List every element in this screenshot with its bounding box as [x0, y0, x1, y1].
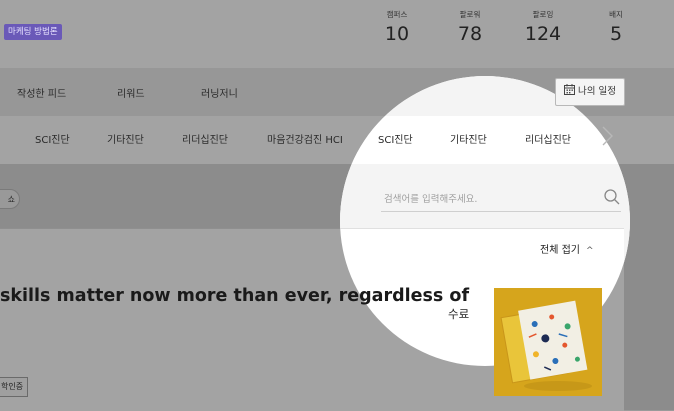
nav-item-written-feed[interactable]: 작성한 피드: [17, 85, 66, 100]
stat-label: 캠퍼스: [386, 10, 408, 19]
tab-diagnosis[interactable]: 리더십진단: [182, 131, 228, 146]
panel-gutter: [624, 228, 674, 410]
stat-badges[interactable]: 배지 5: [586, 9, 646, 45]
status-label: 수료: [448, 307, 470, 321]
category-badge: 마케팅 방법론: [4, 24, 62, 40]
stat-following[interactable]: 팔로잉 124: [513, 9, 573, 45]
course-title[interactable]: skills matter now more than ever, regard…: [0, 286, 469, 306]
my-schedule-button[interactable]: 나의 일정: [555, 78, 625, 106]
tab-diagnosis[interactable]: 기타진단: [107, 131, 144, 146]
search-icon[interactable]: [603, 188, 621, 206]
collapse-all-button[interactable]: 전체 접기 ^: [540, 241, 594, 256]
search-input[interactable]: [384, 190, 604, 208]
filter-chip[interactable]: 쇼: [0, 189, 20, 209]
tab-diagnosis[interactable]: 기타진단: [450, 131, 487, 146]
stat-followers[interactable]: 팔로워 78: [440, 9, 500, 45]
schedule-label: 나의 일정: [578, 86, 616, 97]
chevron-right-icon[interactable]: [600, 125, 614, 147]
chevron-up-icon: ^: [585, 246, 594, 256]
course-tag: 학인증: [0, 377, 29, 397]
stat-label: 팔로잉: [532, 10, 554, 19]
search-underline: [381, 211, 621, 212]
tab-diagnosis[interactable]: 리더십진단: [525, 131, 571, 146]
stat-campus[interactable]: 캠퍼스 10: [367, 9, 427, 45]
stat-value: 10: [384, 23, 410, 45]
tab-diagnosis[interactable]: SCI진단: [378, 131, 413, 146]
calendar-icon: [564, 84, 575, 95]
nav-item-learning-journey[interactable]: 러닝저니: [201, 85, 238, 100]
tab-diagnosis[interactable]: 마음건강검진 HCI: [267, 131, 343, 146]
tab-diagnosis[interactable]: SCI진단: [35, 131, 70, 146]
collapse-all-label: 전체 접기: [540, 245, 580, 256]
nav-item-rewards[interactable]: 리워드: [117, 85, 145, 100]
stat-value: 78: [457, 23, 483, 45]
stat-value: 5: [609, 23, 623, 45]
stat-label: 배지: [609, 10, 623, 19]
notebook-illustration: [494, 288, 602, 396]
stat-value: 124: [524, 23, 562, 45]
stat-label: 팔로워: [459, 10, 481, 19]
course-thumbnail[interactable]: [494, 288, 602, 396]
